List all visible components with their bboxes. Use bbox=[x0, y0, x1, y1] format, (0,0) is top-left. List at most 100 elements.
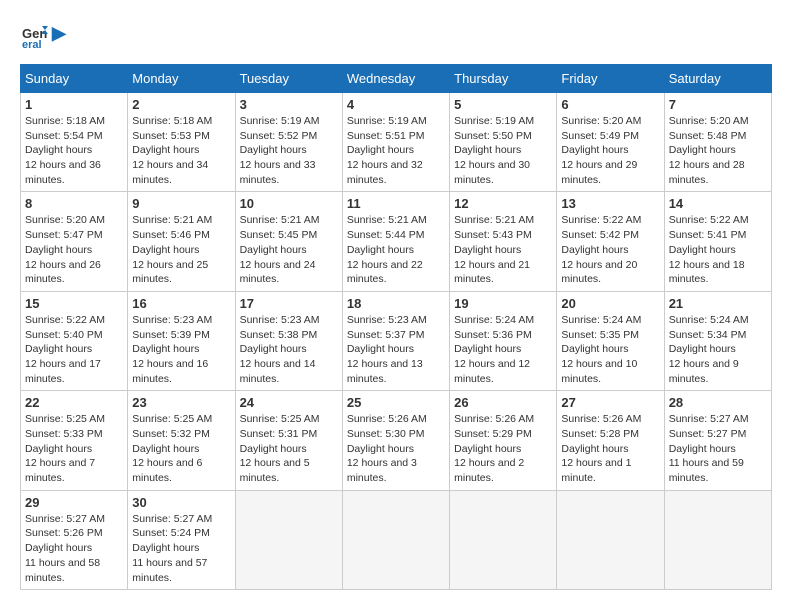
sunrise-label: Sunrise: 5:18 AM bbox=[132, 115, 212, 127]
calendar-day-cell: 19 Sunrise: 5:24 AM Sunset: 5:36 PM Dayl… bbox=[450, 291, 557, 390]
day-number: 5 bbox=[454, 97, 552, 112]
calendar-day-cell: 11 Sunrise: 5:21 AM Sunset: 5:44 PM Dayl… bbox=[342, 192, 449, 291]
daylight-duration: 12 hours and 24 minutes. bbox=[240, 259, 316, 286]
sunrise-label: Sunrise: 5:22 AM bbox=[561, 214, 641, 226]
sunrise-label: Sunrise: 5:20 AM bbox=[669, 115, 749, 127]
day-info: Sunrise: 5:21 AM Sunset: 5:44 PM Dayligh… bbox=[347, 213, 445, 286]
day-number: 16 bbox=[132, 296, 230, 311]
day-number: 6 bbox=[561, 97, 659, 112]
daylight-duration: 12 hours and 21 minutes. bbox=[454, 259, 530, 286]
day-info: Sunrise: 5:27 AM Sunset: 5:24 PM Dayligh… bbox=[132, 512, 230, 585]
day-number: 22 bbox=[25, 395, 123, 410]
sunset-label: Sunset: 5:54 PM bbox=[25, 130, 103, 142]
day-info: Sunrise: 5:21 AM Sunset: 5:43 PM Dayligh… bbox=[454, 213, 552, 286]
calendar-day-cell: 22 Sunrise: 5:25 AM Sunset: 5:33 PM Dayl… bbox=[21, 391, 128, 490]
daylight-duration: 12 hours and 2 minutes. bbox=[454, 457, 524, 484]
daylight-duration: 12 hours and 29 minutes. bbox=[561, 159, 637, 186]
day-number: 7 bbox=[669, 97, 767, 112]
daylight-duration: 12 hours and 16 minutes. bbox=[132, 358, 208, 385]
day-info: Sunrise: 5:21 AM Sunset: 5:46 PM Dayligh… bbox=[132, 213, 230, 286]
sunset-label: Sunset: 5:42 PM bbox=[561, 229, 639, 241]
daylight-label: Daylight hours bbox=[240, 144, 307, 156]
day-info: Sunrise: 5:20 AM Sunset: 5:47 PM Dayligh… bbox=[25, 213, 123, 286]
daylight-label: Daylight hours bbox=[454, 144, 521, 156]
calendar-week-row: 8 Sunrise: 5:20 AM Sunset: 5:47 PM Dayli… bbox=[21, 192, 772, 291]
day-info: Sunrise: 5:27 AM Sunset: 5:27 PM Dayligh… bbox=[669, 412, 767, 485]
sunrise-label: Sunrise: 5:21 AM bbox=[454, 214, 534, 226]
day-number: 3 bbox=[240, 97, 338, 112]
calendar-day-cell: 26 Sunrise: 5:26 AM Sunset: 5:29 PM Dayl… bbox=[450, 391, 557, 490]
daylight-duration: 12 hours and 33 minutes. bbox=[240, 159, 316, 186]
day-number: 11 bbox=[347, 196, 445, 211]
weekday-header-monday: Monday bbox=[128, 65, 235, 93]
day-number: 9 bbox=[132, 196, 230, 211]
day-info: Sunrise: 5:18 AM Sunset: 5:53 PM Dayligh… bbox=[132, 114, 230, 187]
day-number: 25 bbox=[347, 395, 445, 410]
calendar-day-cell: 15 Sunrise: 5:22 AM Sunset: 5:40 PM Dayl… bbox=[21, 291, 128, 390]
day-info: Sunrise: 5:23 AM Sunset: 5:38 PM Dayligh… bbox=[240, 313, 338, 386]
sunrise-label: Sunrise: 5:25 AM bbox=[240, 413, 320, 425]
sunset-label: Sunset: 5:28 PM bbox=[561, 428, 639, 440]
daylight-duration: 12 hours and 17 minutes. bbox=[25, 358, 101, 385]
calendar-day-cell: 3 Sunrise: 5:19 AM Sunset: 5:52 PM Dayli… bbox=[235, 93, 342, 192]
day-number: 29 bbox=[25, 495, 123, 510]
calendar-day-cell: 25 Sunrise: 5:26 AM Sunset: 5:30 PM Dayl… bbox=[342, 391, 449, 490]
day-number: 14 bbox=[669, 196, 767, 211]
sunset-label: Sunset: 5:39 PM bbox=[132, 329, 210, 341]
calendar-day-cell: 12 Sunrise: 5:21 AM Sunset: 5:43 PM Dayl… bbox=[450, 192, 557, 291]
day-number: 27 bbox=[561, 395, 659, 410]
calendar-day-cell: 6 Sunrise: 5:20 AM Sunset: 5:49 PM Dayli… bbox=[557, 93, 664, 192]
daylight-label: Daylight hours bbox=[240, 244, 307, 256]
sunset-label: Sunset: 5:34 PM bbox=[669, 329, 747, 341]
sunrise-label: Sunrise: 5:23 AM bbox=[240, 314, 320, 326]
daylight-duration: 11 hours and 59 minutes. bbox=[669, 457, 744, 484]
calendar-day-cell: 21 Sunrise: 5:24 AM Sunset: 5:34 PM Dayl… bbox=[664, 291, 771, 390]
calendar-day-cell: 7 Sunrise: 5:20 AM Sunset: 5:48 PM Dayli… bbox=[664, 93, 771, 192]
day-number: 10 bbox=[240, 196, 338, 211]
daylight-duration: 12 hours and 25 minutes. bbox=[132, 259, 208, 286]
calendar-day-cell: 8 Sunrise: 5:20 AM Sunset: 5:47 PM Dayli… bbox=[21, 192, 128, 291]
day-number: 4 bbox=[347, 97, 445, 112]
daylight-label: Daylight hours bbox=[347, 443, 414, 455]
empty-cell bbox=[235, 490, 342, 589]
calendar-day-cell: 23 Sunrise: 5:25 AM Sunset: 5:32 PM Dayl… bbox=[128, 391, 235, 490]
sunset-label: Sunset: 5:50 PM bbox=[454, 130, 532, 142]
daylight-duration: 12 hours and 14 minutes. bbox=[240, 358, 316, 385]
calendar-day-cell: 27 Sunrise: 5:26 AM Sunset: 5:28 PM Dayl… bbox=[557, 391, 664, 490]
daylight-label: Daylight hours bbox=[25, 244, 92, 256]
calendar-day-cell: 24 Sunrise: 5:25 AM Sunset: 5:31 PM Dayl… bbox=[235, 391, 342, 490]
calendar-day-cell: 29 Sunrise: 5:27 AM Sunset: 5:26 PM Dayl… bbox=[21, 490, 128, 589]
calendar-day-cell: 20 Sunrise: 5:24 AM Sunset: 5:35 PM Dayl… bbox=[557, 291, 664, 390]
daylight-label: Daylight hours bbox=[25, 144, 92, 156]
daylight-duration: 12 hours and 30 minutes. bbox=[454, 159, 530, 186]
sunset-label: Sunset: 5:27 PM bbox=[669, 428, 747, 440]
daylight-label: Daylight hours bbox=[561, 443, 628, 455]
daylight-label: Daylight hours bbox=[454, 443, 521, 455]
sunrise-label: Sunrise: 5:24 AM bbox=[561, 314, 641, 326]
sunset-label: Sunset: 5:43 PM bbox=[454, 229, 532, 241]
empty-cell bbox=[557, 490, 664, 589]
daylight-label: Daylight hours bbox=[561, 144, 628, 156]
sunrise-label: Sunrise: 5:21 AM bbox=[240, 214, 320, 226]
day-info: Sunrise: 5:18 AM Sunset: 5:54 PM Dayligh… bbox=[25, 114, 123, 187]
sunset-label: Sunset: 5:38 PM bbox=[240, 329, 318, 341]
daylight-duration: 11 hours and 57 minutes. bbox=[132, 557, 207, 584]
sunset-label: Sunset: 5:33 PM bbox=[25, 428, 103, 440]
sunset-label: Sunset: 5:36 PM bbox=[454, 329, 532, 341]
day-info: Sunrise: 5:22 AM Sunset: 5:40 PM Dayligh… bbox=[25, 313, 123, 386]
day-info: Sunrise: 5:27 AM Sunset: 5:26 PM Dayligh… bbox=[25, 512, 123, 585]
day-number: 26 bbox=[454, 395, 552, 410]
sunrise-label: Sunrise: 5:25 AM bbox=[25, 413, 105, 425]
sunset-label: Sunset: 5:44 PM bbox=[347, 229, 425, 241]
svg-text:eral: eral bbox=[22, 39, 42, 48]
day-number: 20 bbox=[561, 296, 659, 311]
daylight-label: Daylight hours bbox=[669, 244, 736, 256]
empty-cell bbox=[664, 490, 771, 589]
empty-cell bbox=[342, 490, 449, 589]
day-info: Sunrise: 5:26 AM Sunset: 5:29 PM Dayligh… bbox=[454, 412, 552, 485]
daylight-label: Daylight hours bbox=[347, 244, 414, 256]
weekday-header-friday: Friday bbox=[557, 65, 664, 93]
day-number: 21 bbox=[669, 296, 767, 311]
daylight-duration: 12 hours and 12 minutes. bbox=[454, 358, 530, 385]
day-number: 23 bbox=[132, 395, 230, 410]
